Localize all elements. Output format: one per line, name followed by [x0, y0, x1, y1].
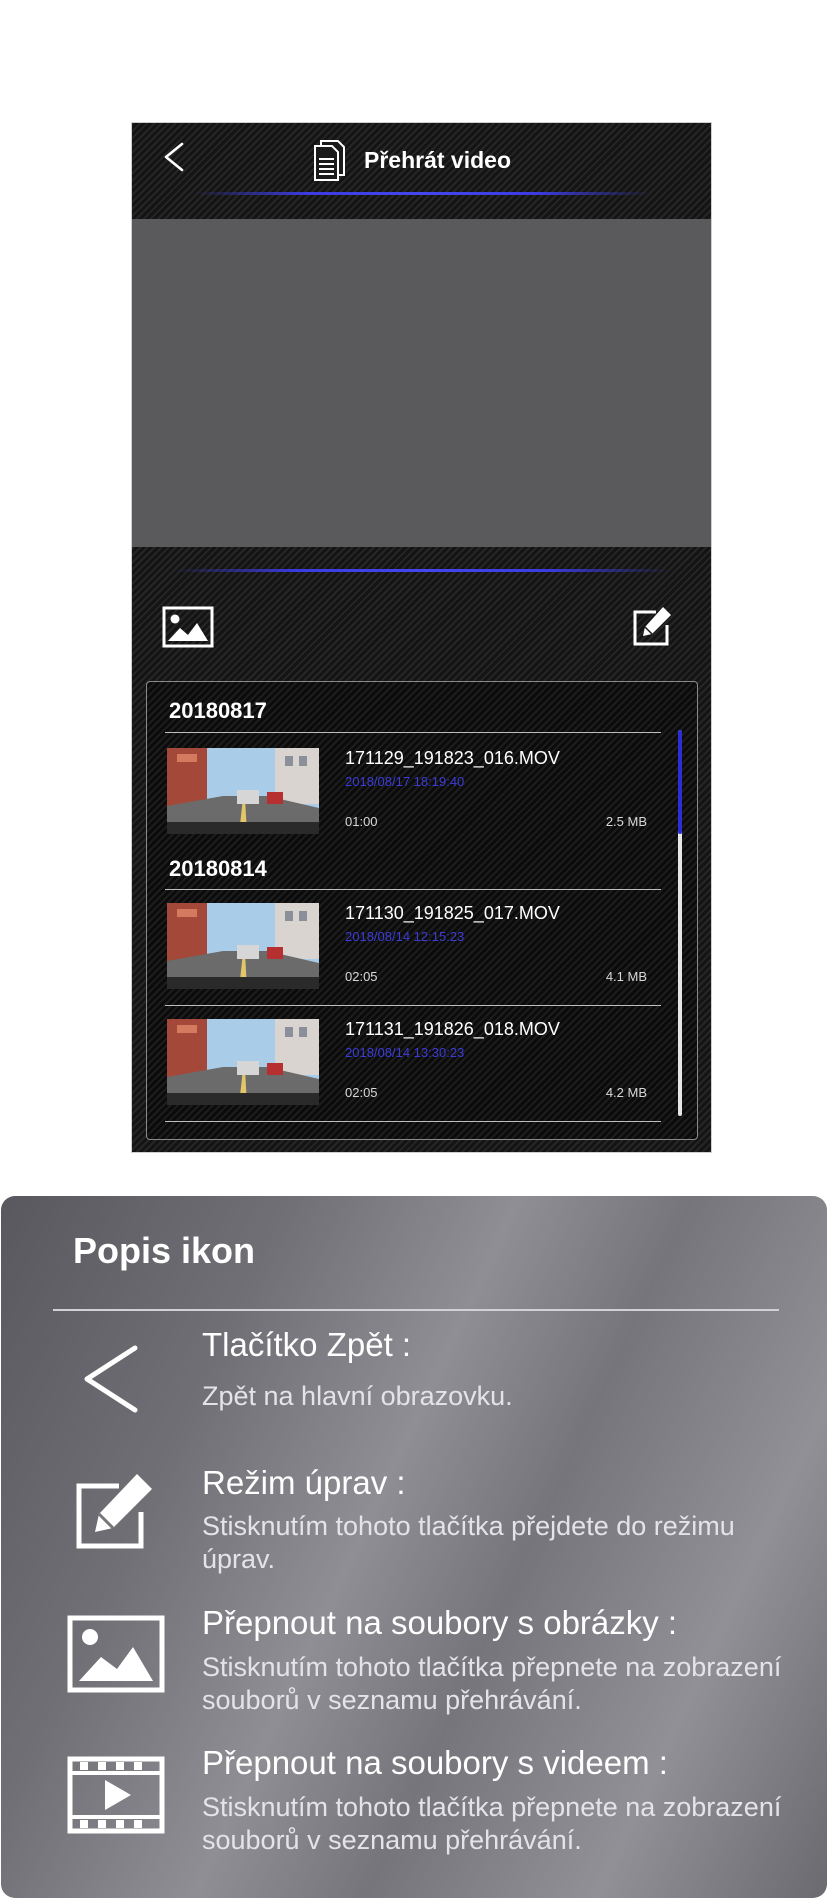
file-duration: 02:05: [345, 969, 378, 984]
file-size: 4.1 MB: [605, 969, 647, 984]
legend-item-desc: Zpět na hlavní obrazovku.: [202, 1381, 513, 1411]
header-accent-line: [192, 192, 652, 195]
video-thumbnail: [167, 1019, 319, 1105]
file-name: 171131_191826_018.MOV: [345, 1019, 560, 1039]
legend-title: Popis ikon: [73, 1230, 256, 1271]
file-duration: 01:00: [345, 814, 378, 829]
divider: [165, 889, 661, 890]
file-row[interactable]: 171130_191825_017.MOV 2018/08/14 12:15:2…: [165, 903, 661, 999]
file-datetime: 2018/08/17 18:19:40: [345, 774, 465, 789]
edit-icon: [76, 1474, 152, 1549]
image-icon: [67, 1615, 165, 1693]
legend-item-title: Přepnout na soubory s videem :: [202, 1744, 668, 1781]
file-list-panel[interactable]: 20180817 171129_191823_016.MOV 2018/08/1…: [146, 681, 698, 1140]
player-accent-line: [172, 569, 672, 572]
photo-files-button[interactable]: [162, 606, 214, 653]
legend-item-desc: Stisknutím tohoto tlačítka přepnete na z…: [202, 1792, 782, 1855]
phone-screen: Přehrát video 20180817 171129_191823_016…: [131, 122, 712, 1153]
chevron-left-icon: [84, 1345, 138, 1413]
file-row[interactable]: 171131_191826_018.MOV 2018/08/14 13:30:2…: [165, 1019, 661, 1115]
chevron-left-icon: [164, 142, 184, 172]
edit-mode-button[interactable]: [632, 605, 674, 652]
legend-item-title: Přepnout na soubory s obrázky :: [202, 1604, 678, 1641]
divider: [165, 732, 661, 733]
header-bar: Přehrát video: [132, 123, 711, 219]
document-icon: [314, 140, 345, 181]
file-datetime: 2018/08/14 13:30:23: [345, 1045, 465, 1060]
icon-legend-card: Popis ikon Tlačítko Zpět : Zpět na hlavn…: [1, 1196, 827, 1898]
video-thumbnail: [167, 903, 319, 989]
file-size: 4.2 MB: [605, 1085, 647, 1100]
scrollbar[interactable]: [678, 730, 682, 1116]
divider: [165, 1005, 661, 1006]
legend-item-desc: Stisknutím tohoto tlačítka přejdete do r…: [202, 1511, 735, 1574]
legend-item-title: Režim úprav :: [202, 1464, 406, 1501]
file-duration: 02:05: [345, 1085, 378, 1100]
scrollbar-thumb[interactable]: [678, 730, 682, 834]
legend-item-title: Tlačítko Zpět :: [202, 1326, 412, 1363]
video-icon: [67, 1756, 165, 1834]
page-title: Přehrát video: [364, 146, 511, 173]
legend-item-desc: Stisknutím tohoto tlačítka přepnete na z…: [202, 1652, 782, 1715]
image-icon: [162, 606, 214, 648]
date-group-header: 20180817: [169, 698, 267, 723]
divider: [53, 1309, 779, 1311]
file-row[interactable]: 171129_191823_016.MOV 2018/08/17 18:19:4…: [165, 748, 661, 844]
divider: [165, 1121, 661, 1122]
video-player-area[interactable]: [132, 219, 711, 547]
back-button[interactable]: [152, 137, 196, 177]
file-name: 171129_191823_016.MOV: [345, 748, 560, 768]
video-thumbnail: [167, 748, 319, 834]
file-name: 171130_191825_017.MOV: [345, 903, 560, 923]
file-datetime: 2018/08/14 12:15:23: [345, 929, 465, 944]
date-group-header: 20180814: [169, 856, 267, 881]
edit-icon: [633, 607, 671, 646]
file-size: 2.5 MB: [605, 814, 647, 829]
